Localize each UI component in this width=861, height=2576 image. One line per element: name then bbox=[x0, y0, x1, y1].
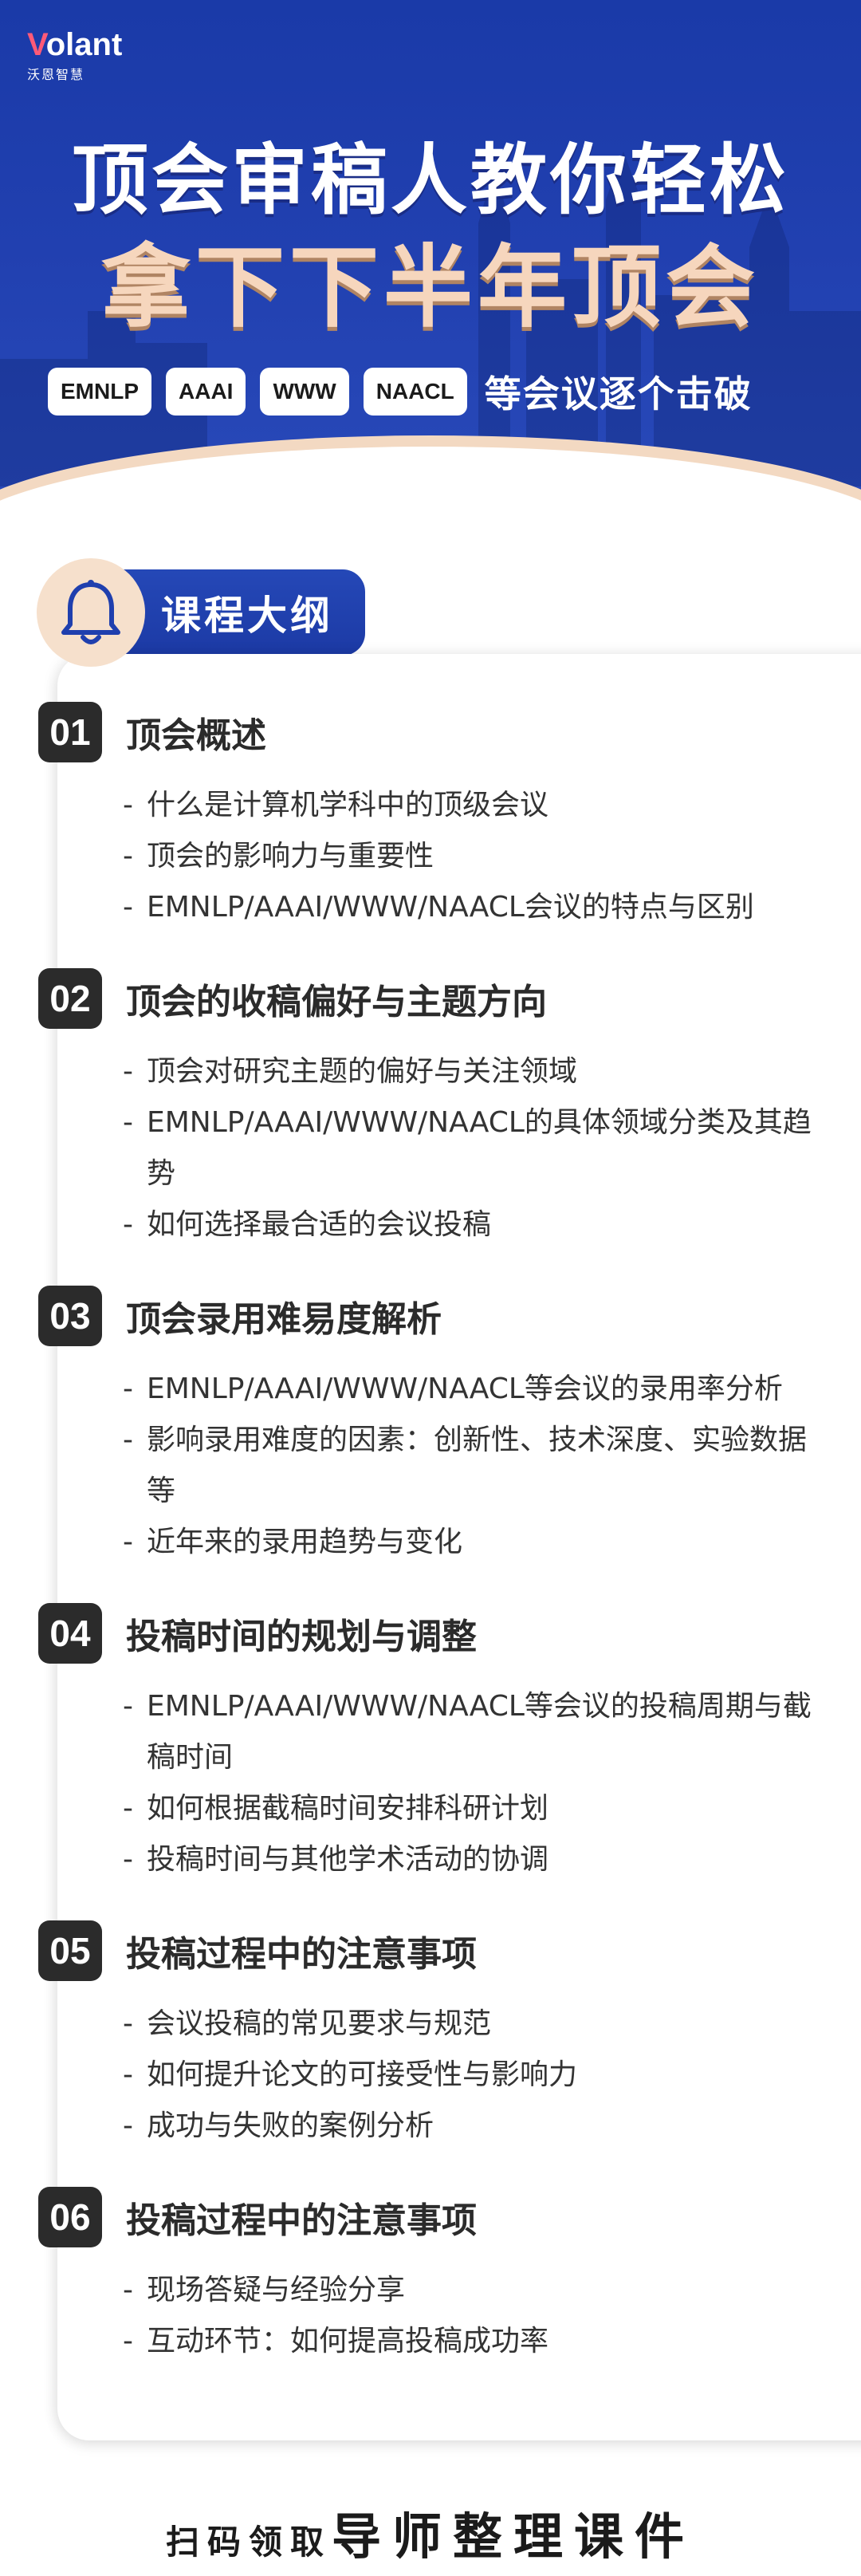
list-item: - EMNLP/AAAI/WWW/NAACL的具体领域分类及其趋势 bbox=[123, 1106, 812, 1190]
section-title: 顶会录用难易度解析 bbox=[126, 1299, 442, 1340]
bell-icon bbox=[37, 558, 145, 667]
outline-sections: 01 顶会概述 - 什么是计算机学科中的顶级会议 - 顶会的影响力与重要性 - EMN… bbox=[38, 702, 828, 2402]
section-number: 06 bbox=[38, 2187, 102, 2247]
list-item: - 如何根据截稿时间安排科研计划 bbox=[123, 1792, 549, 1825]
list-item: - EMNLP/AAAI/WWW/NAACL会议的特点与区别 bbox=[123, 891, 754, 924]
outline-section: 01 顶会概述 - 什么是计算机学科中的顶级会议 - 顶会的影响力与重要性 - EMN… bbox=[38, 702, 828, 933]
hero-title-line2: 拿下下半年顶会 bbox=[101, 236, 760, 340]
conference-tag: NAACL bbox=[363, 368, 467, 416]
section-number: 05 bbox=[38, 1920, 102, 1981]
list-item: - 近年来的录用趋势与变化 bbox=[123, 1526, 463, 1558]
outline-section: 03 顶会录用难易度解析 - EMNLP/AAAI/WWW/NAACL等会议的录用… bbox=[38, 1286, 828, 1568]
outline-section: 05 投稿过程中的注意事项 - 会议投稿的常见要求与规范 - 如何提升论文的可接受性… bbox=[38, 1920, 828, 2152]
conference-tag: WWW bbox=[260, 368, 349, 416]
logo-subtitle: 沃恩智慧 bbox=[27, 67, 85, 82]
list-item: - 顶会的影响力与重要性 bbox=[123, 840, 434, 872]
list-item: - 顶会对研究主题的偏好与关注领域 bbox=[123, 1055, 578, 1088]
section-number: 02 bbox=[38, 968, 102, 1029]
footer-prefix: 扫码领取 bbox=[165, 2523, 332, 2562]
section-number: 01 bbox=[38, 702, 102, 762]
outline-section: 06 投稿过程中的注意事项 - 现场答疑与经验分享 - 互动环节：如何提高投稿成功率 bbox=[38, 2187, 828, 2367]
brand-logo: Volant 沃恩智慧 bbox=[27, 29, 122, 83]
list-item: - 影响录用难度的因素：创新性、技术深度、实验数据等 bbox=[123, 1424, 808, 1507]
section-title: 投稿过程中的注意事项 bbox=[126, 2200, 477, 2241]
section-title: 投稿时间的规划与调整 bbox=[126, 1617, 477, 1657]
course-outline-header: 课程大纲 bbox=[37, 558, 365, 667]
conference-tags: EMNLP AAAI WWW NAACL 等会议逐个击破 bbox=[48, 365, 753, 418]
logo-wordmark: Volant bbox=[27, 27, 123, 62]
list-item: - 现场答疑与经验分享 bbox=[123, 2274, 406, 2306]
list-item: - EMNLP/AAAI/WWW/NAACL等会议的投稿周期与截稿时间 bbox=[123, 1690, 812, 1774]
footer-emphasis: 导师整理课件 bbox=[332, 2507, 696, 2566]
list-item: - 如何提升论文的可接受性与影响力 bbox=[123, 2058, 578, 2091]
footer-cta: 扫码领取导师整理课件 bbox=[0, 2496, 861, 2568]
list-item: - 投稿时间与其他学术活动的协调 bbox=[123, 1843, 549, 1876]
section-number: 03 bbox=[38, 1286, 102, 1346]
list-item: - 互动环节：如何提高投稿成功率 bbox=[123, 2325, 549, 2357]
conference-tagline: 等会议逐个击破 bbox=[484, 372, 753, 416]
section-title: 顶会概述 bbox=[126, 715, 266, 756]
conference-tag: EMNLP bbox=[48, 368, 151, 416]
section-title: 顶会的收稿偏好与主题方向 bbox=[126, 982, 547, 1022]
conference-tag: AAAI bbox=[166, 368, 246, 416]
list-item: - EMNLP/AAAI/WWW/NAACL等会议的录用率分析 bbox=[123, 1373, 783, 1405]
list-item: - 成功与失败的案例分析 bbox=[123, 2109, 434, 2142]
list-item: - 会议投稿的常见要求与规范 bbox=[123, 2007, 492, 2040]
list-item: - 什么是计算机学科中的顶级会议 bbox=[123, 789, 549, 821]
section-title: 投稿过程中的注意事项 bbox=[126, 1934, 477, 1975]
hero-title-line1: 顶会审稿人教你轻松 bbox=[72, 136, 789, 225]
list-item: - 如何选择最合适的会议投稿 bbox=[123, 1208, 492, 1241]
section-number: 04 bbox=[38, 1603, 102, 1664]
outline-section: 04 投稿时间的规划与调整 - EMNLP/AAAI/WWW/NAACL等会议的投… bbox=[38, 1603, 828, 1885]
outline-section: 02 顶会的收稿偏好与主题方向 - 顶会对研究主题的偏好与关注领域 - EMNLP/… bbox=[38, 968, 828, 1251]
